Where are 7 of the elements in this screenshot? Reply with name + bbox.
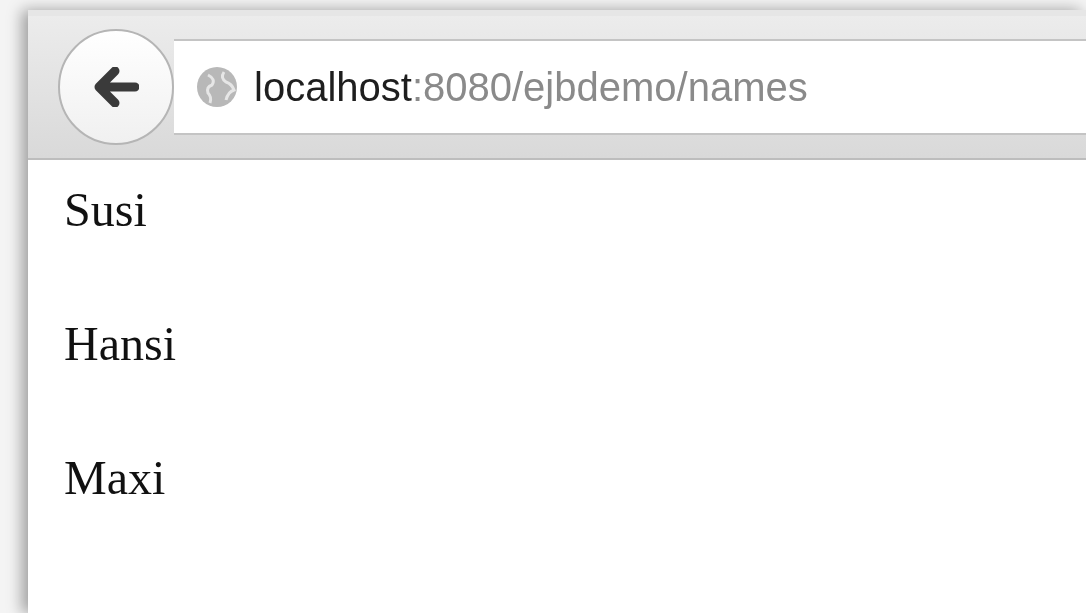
name-text: Hansi — [64, 316, 177, 372]
globe-icon — [196, 66, 238, 108]
back-arrow-icon — [93, 67, 139, 107]
name-text: Maxi — [64, 450, 167, 506]
name-text: Susi — [64, 182, 148, 238]
url-text: localhost:8080/ejbdemo/names — [254, 64, 808, 110]
address-bar[interactable]: localhost:8080/ejbdemo/names — [174, 39, 1086, 135]
